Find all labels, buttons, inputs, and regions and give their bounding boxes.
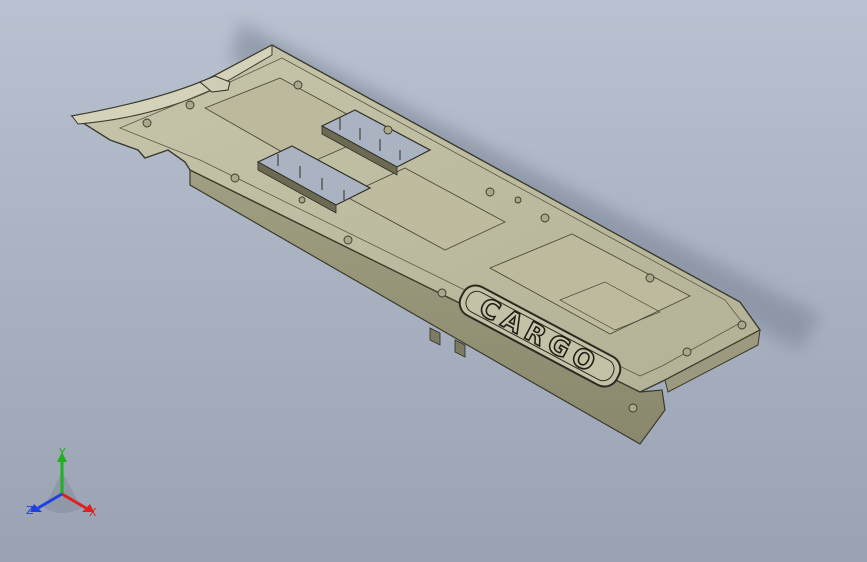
z-axis-label: Z [26,504,34,517]
x-axis-label: X [89,506,97,519]
under-tab [429,327,441,346]
graphics-viewport[interactable]: CARGO Y X Z [0,0,867,562]
y-axis-label: Y [58,446,66,459]
orientation-triad[interactable]: Y X Z [22,446,112,526]
3d-model-view[interactable]: CARGO [0,0,867,562]
